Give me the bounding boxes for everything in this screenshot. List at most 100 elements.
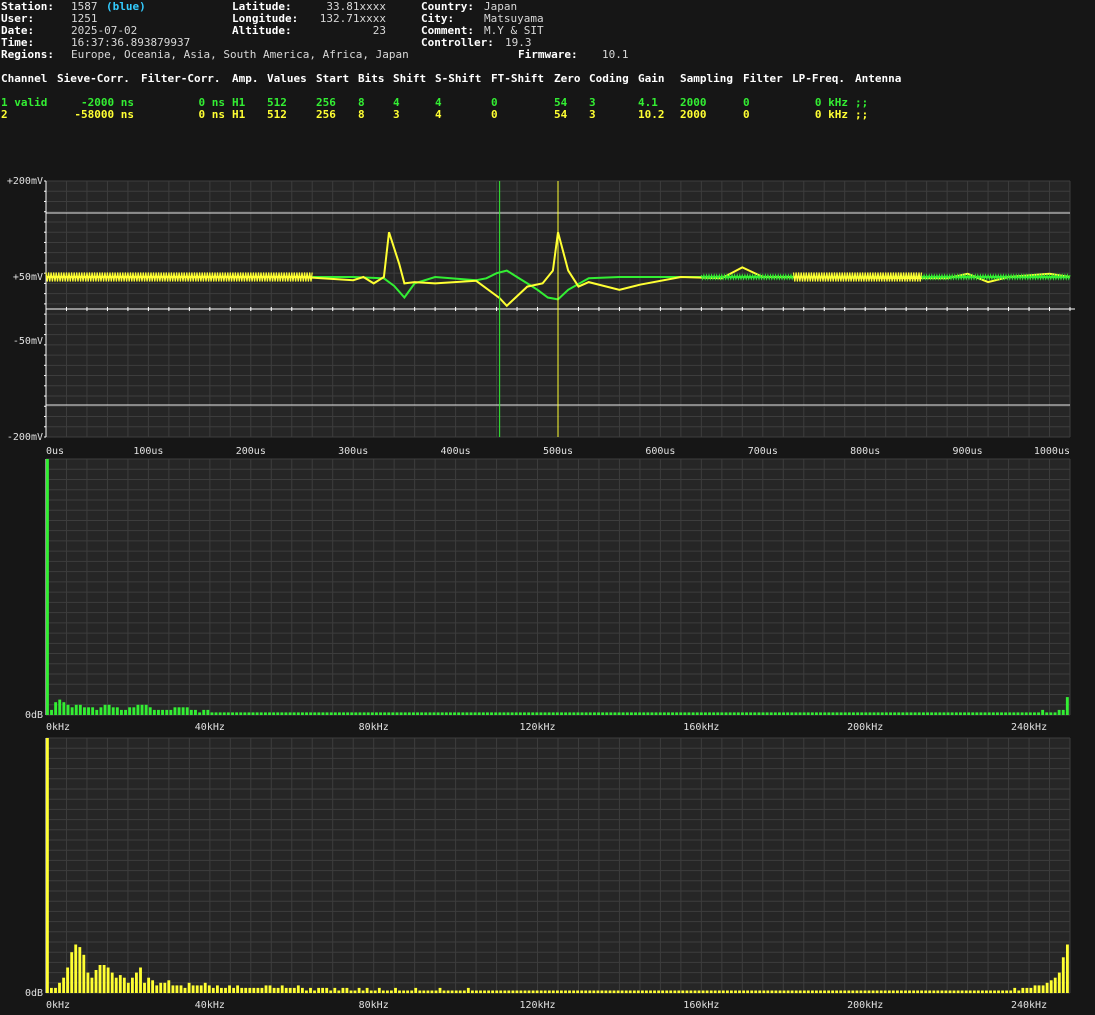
spectrum-bar [605,712,609,715]
spectrum-bar [256,987,260,993]
spectrum-bar [203,982,207,993]
spectrum-bar [235,712,239,715]
spectrum-bar [288,712,292,715]
spectrum-bar [653,990,656,994]
spectrum-bar [691,712,695,715]
spectrum-bar [426,990,430,994]
spectrum-bar [580,712,584,715]
spectrum-bar [662,712,666,715]
x-tick-label: 160kHz [683,1000,719,1011]
spectrum-bar [726,990,729,994]
spectrum-bar [420,712,424,715]
spectrum-bar [654,712,658,715]
spectrum-bar [1024,712,1028,715]
spectrum-bar [350,712,354,715]
spectrum-bar [584,712,588,715]
spectrum-bar [843,990,847,994]
spectrum-bar [167,980,171,994]
spectrum-bar [897,712,901,715]
spectrum-bar [946,712,950,715]
spectrum-bar [872,712,876,715]
spectrum-bar [604,990,608,994]
spectrum-bar [993,990,996,994]
spectrum-bar [264,712,267,715]
spectrum-bar [147,977,151,993]
spectrum-bar [357,987,361,993]
spectrum-bar [519,990,523,994]
spectrum-bar [613,712,617,715]
spectrum-bar [50,709,53,715]
spectrum-bar [815,712,818,715]
spectrum-bar [296,985,300,993]
spectrum-bar [699,712,703,715]
spectrum-bar [511,990,515,994]
spectrum-bar [329,712,333,715]
spectrum-bar [1037,985,1041,993]
spectrum-bar [620,990,624,994]
spectrum-bar [928,990,932,994]
spectrum-bar [551,712,555,715]
spectrum-bar [375,712,378,715]
spectrum-chart-2: 0dB0kHz 40kHz 80kHz 120kHz 160kHz 200kHz 240kH… [25,737,1071,1011]
spectrum-bar [901,712,905,715]
spectrum-bar [750,990,754,994]
spectrum-bar [956,990,960,994]
spectrum-bar [827,990,831,994]
spectrum-bar [232,987,236,993]
spectrum-bar [422,990,426,994]
spectrum-bar [495,990,499,994]
spectrum-bar [458,990,462,994]
spectrum-bar [1041,985,1045,993]
spectrum-bar [835,990,839,994]
spectrum-bar [922,712,925,715]
spectrum-bar [438,987,442,993]
spectrum-bar [288,987,292,993]
spectrum-bar [588,990,592,994]
spectrum-bar [247,712,251,715]
spectrum-bar [732,712,736,715]
spectrum-bar [313,990,316,994]
spectrum-bar [625,712,629,715]
spectrum-bar [403,712,407,715]
spectrum-bar [543,990,547,994]
spectrum-bar [681,990,685,994]
spectrum-bar [716,712,720,715]
x-tick-label: 0kHz [46,1000,70,1011]
spectrum-bar [252,987,256,993]
spectrum-bar [337,990,341,994]
spectrum-bar [1033,712,1036,715]
spectrum-bar [782,990,786,994]
spectrum-bar [102,965,106,994]
spectrum-bar [366,712,370,715]
spectrum-bar [46,738,49,993]
spectrum-bar [761,712,765,715]
spectrum-bar [406,990,410,994]
x-tick-label: 500us [543,446,573,457]
spectrum-bar [99,707,103,715]
spectrum-bar [370,712,374,715]
spectrum-bar [90,977,94,993]
spectrum-bar [1045,712,1049,715]
spectrum-bar [786,712,790,715]
spectrum-bar [847,990,851,994]
spectrum-bar [175,985,179,993]
spectrum-bar [91,707,95,715]
spectrum-bar [677,990,681,994]
spectrum-bar [859,990,863,994]
spectrum-bar [745,712,748,715]
spectrum-bar [942,712,946,715]
spectrum-bar [399,712,403,715]
spectrum-bar [539,990,543,994]
spectrum-bar [1057,972,1061,993]
spectrum-bar [272,712,276,715]
spectrum-bar [268,712,271,715]
spectrum-bar [95,709,99,715]
spectrum-bar [868,712,872,715]
spectrum-bar [884,712,888,715]
spectrum-bar [365,987,369,993]
spectrum-bar [543,712,547,715]
spectrum-bar [673,990,677,994]
spectrum-bar [769,712,773,715]
spectrum-bar [675,712,679,715]
spectrum-bar [87,707,90,715]
